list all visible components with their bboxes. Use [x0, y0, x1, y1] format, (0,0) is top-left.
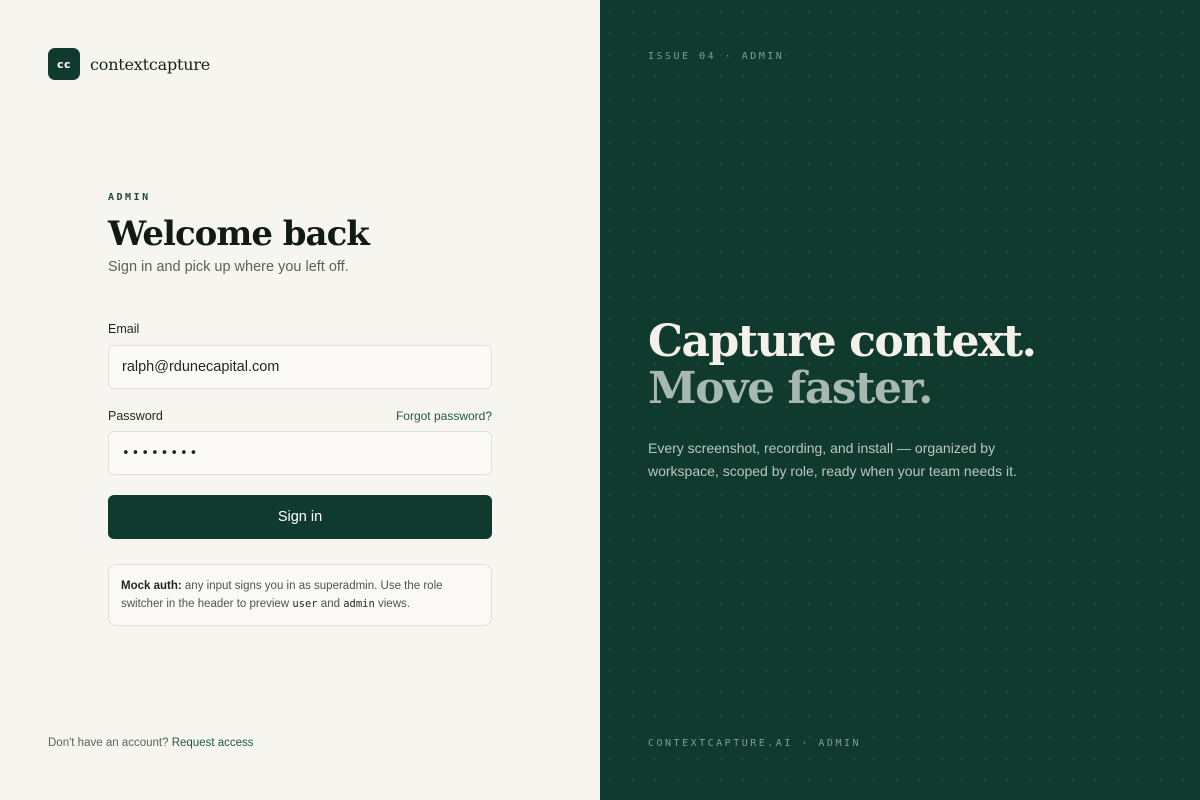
- request-access-footer: Don't have an account? Request access: [48, 737, 254, 749]
- note-text-3: views.: [374, 598, 410, 611]
- page-subtitle: Sign in and pick up where you left off.: [108, 259, 349, 276]
- note-bold: Mock auth:: [121, 580, 182, 593]
- form-eyebrow: ADMIN: [108, 192, 151, 203]
- password-label: Password: [108, 409, 163, 424]
- note-code-user: user: [292, 598, 318, 611]
- note-text-2: and: [317, 598, 344, 611]
- hero-headline: Capture context. Move faster.: [648, 316, 1037, 414]
- mock-auth-note: Mock auth: any input signs you in as sup…: [108, 564, 492, 627]
- email-label-row: Email: [108, 322, 492, 336]
- brand-name: contextcapture: [90, 54, 211, 74]
- note-code-admin: admin: [343, 598, 375, 611]
- issue-label: ISSUE 04 · ADMIN: [648, 51, 785, 62]
- hero-headline-line-2: Move faster.: [648, 363, 933, 414]
- signin-panel: cc contextcapture ADMIN Welcome back Sig…: [0, 0, 600, 800]
- signin-form: ADMIN Welcome back Sign in and pick up w…: [108, 192, 492, 627]
- page-title: Welcome back: [108, 214, 370, 254]
- email-label: Email: [108, 322, 140, 337]
- sign-in-button[interactable]: Sign in: [108, 495, 492, 540]
- hero-panel: ISSUE 04 · ADMIN Capture context. Move f…: [600, 0, 1200, 800]
- no-account-text: Don't have an account?: [48, 737, 169, 749]
- brand[interactable]: cc contextcapture: [48, 48, 210, 80]
- hero-footer: CONTEXTCAPTURE.AI · ADMIN: [648, 738, 862, 749]
- hero-description: Every screenshot, recording, and install…: [648, 440, 1017, 479]
- password-label-row: Password Forgot password?: [108, 409, 492, 423]
- password-input[interactable]: [108, 431, 492, 476]
- email-input[interactable]: [108, 345, 492, 390]
- forgot-password-link[interactable]: Forgot password?: [396, 409, 492, 423]
- brand-logo-icon: cc: [48, 48, 80, 80]
- request-access-link[interactable]: Request access: [172, 737, 254, 749]
- hero-headline-line-1: Capture context.: [648, 316, 1037, 367]
